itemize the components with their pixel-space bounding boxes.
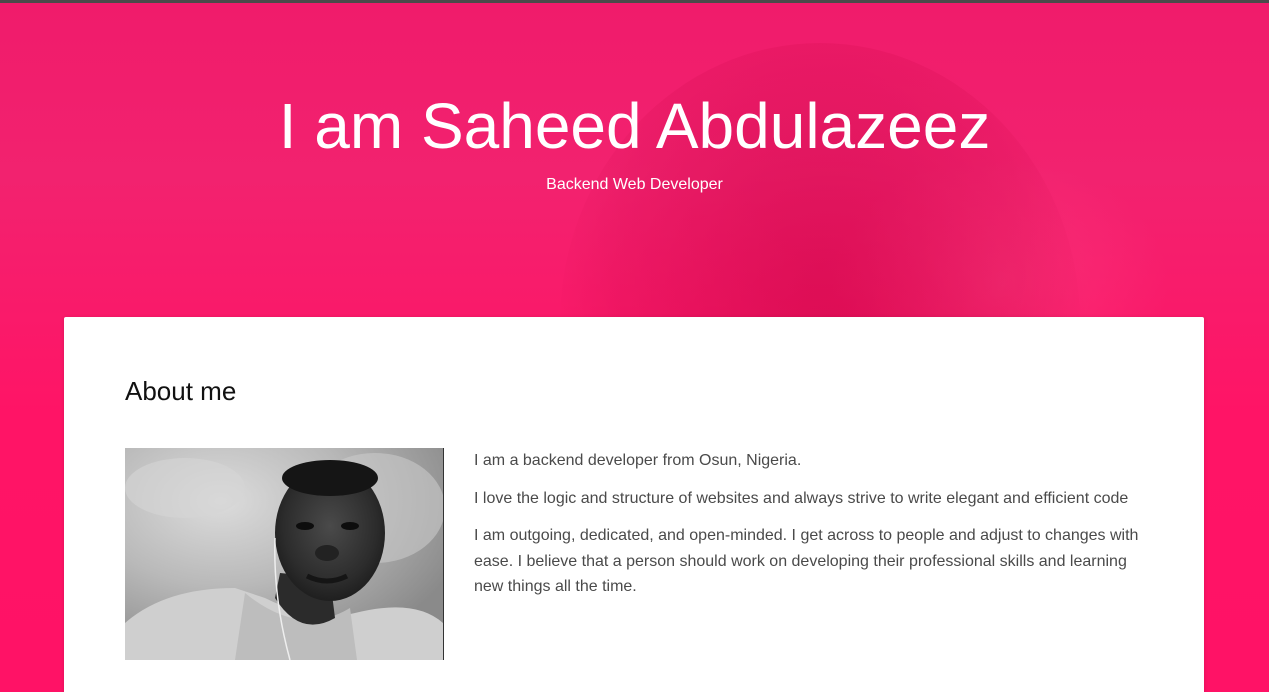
bio-paragraph-passion: I love the logic and structure of websit…: [474, 489, 1129, 507]
about-card: About me I am a backend developer from O…: [64, 317, 1204, 692]
hero-subtitle: Backend Web Developer: [546, 176, 723, 193]
profile-photo-image: [125, 448, 443, 660]
about-heading: About me: [125, 376, 237, 406]
bio-paragraph-personality: I am outgoing, dedicated, and open-minde…: [474, 527, 1139, 595]
hero-title: I am Saheed Abdulazeez: [278, 90, 991, 162]
bio-paragraph-origin: I am a backend developer from Osun, Nige…: [474, 452, 802, 469]
profile-photo: [125, 448, 444, 660]
about-bio: I am a backend developer from Osun, Nige…: [474, 448, 1154, 612]
